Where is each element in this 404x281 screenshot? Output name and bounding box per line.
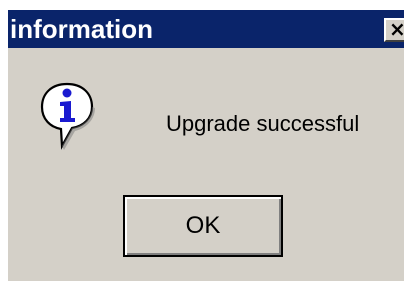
information-dialog: information × Upgrade successful OK bbox=[8, 10, 404, 281]
window-title: information bbox=[10, 14, 153, 44]
info-dot bbox=[62, 88, 72, 98]
message-text: Upgrade successful bbox=[166, 111, 360, 136]
title-bar[interactable]: information × bbox=[8, 10, 404, 48]
information-icon bbox=[40, 82, 95, 150]
close-button[interactable]: × bbox=[384, 17, 404, 42]
ok-button[interactable]: OK bbox=[123, 195, 283, 257]
close-icon: × bbox=[389, 17, 404, 41]
